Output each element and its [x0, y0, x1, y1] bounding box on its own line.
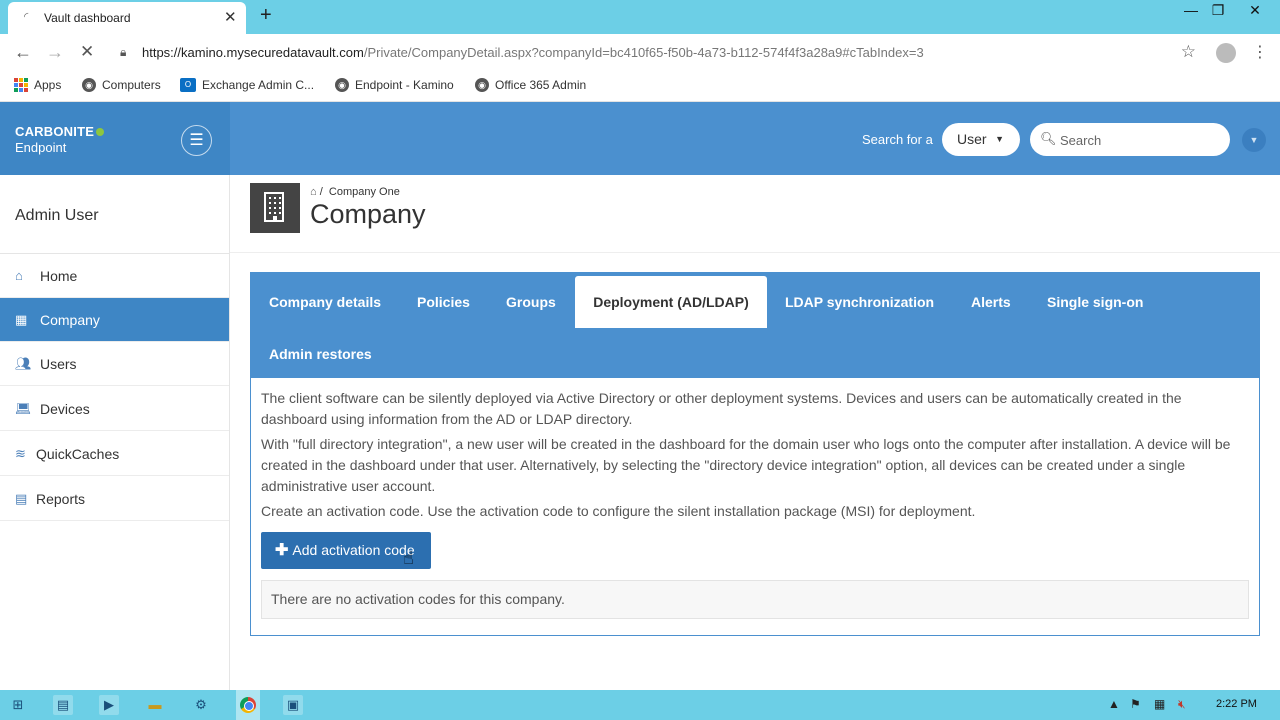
globe-icon: ◉: [335, 78, 349, 92]
tab-title: Vault dashboard: [44, 11, 131, 25]
search-for-label: Search for a: [862, 132, 933, 147]
windows-start-icon[interactable]: ⊞: [8, 695, 28, 715]
building-icon: [250, 183, 300, 233]
tab-ldap-synchronization[interactable]: LDAP synchronization: [785, 276, 934, 328]
bookmark-star-icon[interactable]: ☆: [1181, 42, 1196, 62]
deployment-description: The client software can be silently depl…: [261, 388, 1251, 526]
description-paragraph: The client software can be silently depl…: [261, 390, 1182, 427]
page-title: Company: [310, 199, 426, 229]
current-user-name: Admin User: [15, 207, 99, 224]
tab-alerts[interactable]: Alerts: [971, 276, 1011, 328]
description-paragraph: Create an activation code. Use the activ…: [261, 503, 976, 519]
powershell-icon[interactable]: ▶: [99, 695, 119, 715]
browser-tab-strip: ◜ Vault dashboard ✕ + — ❐ ✕: [0, 0, 1280, 34]
brand-logo[interactable]: CARBONITE: [15, 124, 105, 139]
browser-menu-icon[interactable]: ⋮: [1252, 42, 1268, 62]
back-arrow-icon[interactable]: ←: [14, 42, 32, 63]
chrome-icon: [240, 697, 256, 713]
breadcrumb-current[interactable]: Company One: [329, 186, 400, 198]
minimize-button[interactable]: —: [1178, 2, 1204, 18]
globe-icon: ◉: [82, 78, 96, 92]
home-icon[interactable]: ⌂: [310, 186, 317, 198]
hand-cursor-icon: ☝: [403, 548, 414, 568]
apps-grid-icon: [14, 78, 28, 92]
bookmark-apps[interactable]: Apps: [14, 78, 61, 92]
tab-company-details[interactable]: Company details: [269, 276, 381, 328]
bookmark-computers[interactable]: ◉ Computers: [82, 78, 161, 92]
bookmark-endpoint-kamino[interactable]: ◉ Endpoint - Kamino: [335, 78, 454, 92]
sidebar-item-reports[interactable]: ▤ Reports: [0, 477, 229, 521]
sidebar-item-users[interactable]: 👥︎ Users: [0, 342, 229, 386]
new-tab-button[interactable]: +: [260, 4, 272, 27]
flag-icon[interactable]: ⚑: [1130, 697, 1141, 711]
file-manager-icon[interactable]: ▤: [53, 695, 73, 715]
building-icon: ▦: [15, 312, 28, 327]
taskbar-clock[interactable]: 2:22 PM: [1216, 698, 1257, 710]
sidebar: Admin User ⌂ Home ▦ Company 👥︎ Users 💻︎ …: [0, 175, 230, 690]
url-text: https://kamino.mysecuredatavault.com/Pri…: [142, 45, 924, 60]
globe-icon: ◉: [475, 78, 489, 92]
tab-deployment-ad-ldap[interactable]: Deployment (AD/LDAP): [575, 276, 767, 328]
brand-product: Endpoint: [15, 140, 67, 155]
url-bar[interactable]: 🔒︎ https://kamino.mysecuredatavault.com/…: [108, 39, 1204, 67]
tab-single-sign-on[interactable]: Single sign-on: [1047, 276, 1143, 328]
folder-icon[interactable]: ▬: [145, 695, 165, 715]
tab-policies[interactable]: Policies: [417, 276, 470, 328]
hamburger-menu-button[interactable]: ☰: [181, 125, 212, 156]
breadcrumb-separator: /: [319, 186, 323, 198]
account-dropdown-icon[interactable]: ▼: [1242, 128, 1266, 152]
profile-avatar-icon[interactable]: [1216, 43, 1236, 63]
loading-icon: ◜: [24, 11, 29, 23]
plus-icon: ✚: [275, 542, 289, 559]
tab-groups[interactable]: Groups: [506, 276, 556, 328]
sidebar-item-home[interactable]: ⌂ Home: [0, 254, 229, 298]
brand-logo-area: CARBONITE Endpoint ☰: [0, 102, 230, 175]
search-input[interactable]: [1060, 130, 1220, 150]
tray-expand-icon[interactable]: ▲: [1108, 697, 1120, 711]
close-tab-icon[interactable]: ✕: [224, 8, 237, 26]
database-icon: ≋: [15, 446, 26, 461]
empty-activation-codes-message: There are no activation codes for this c…: [261, 580, 1249, 619]
volume-muted-icon[interactable]: 🔇︎: [1178, 697, 1186, 712]
hamburger-icon: ☰: [189, 132, 204, 149]
bookmarks-bar: Apps ◉ Computers O Exchange Admin C... ◉…: [0, 72, 1280, 102]
outlook-icon: O: [180, 78, 196, 92]
windows-taskbar: ⊞ ▤ ▶ ▬ ⚙ ▣ ▲ ⚑ ▦ 🔇︎ 2:22 PM: [0, 690, 1280, 720]
stop-loading-icon[interactable]: ✕: [80, 42, 94, 62]
sidebar-item-quickcaches[interactable]: ≋ QuickCaches: [0, 432, 229, 476]
caret-down-icon: ▼: [995, 134, 1004, 144]
description-paragraph: With "full directory integration", a new…: [261, 436, 1231, 494]
page-header: ⌂ / Company One Company: [230, 175, 1280, 253]
lock-icon: 🔒︎: [120, 45, 127, 59]
breadcrumb: ⌂ / Company One: [310, 186, 400, 198]
company-detail-panel: Company details Policies Groups Deployme…: [250, 272, 1260, 636]
bookmark-office-365-admin[interactable]: ◉ Office 365 Admin: [475, 78, 586, 92]
search-box: 🔍︎: [1030, 123, 1230, 156]
report-icon: ▤: [15, 491, 28, 506]
search-type-dropdown[interactable]: User ▼: [942, 123, 1020, 156]
address-bar-row: ← → ✕ 🔒︎ https://kamino.mysecuredatavaul…: [0, 34, 1280, 72]
close-window-button[interactable]: ✕: [1242, 2, 1268, 19]
maximize-button[interactable]: ❐: [1205, 2, 1231, 19]
sidebar-item-company[interactable]: ▦ Company: [0, 298, 229, 342]
network-icon[interactable]: ⚙: [191, 695, 211, 715]
app-header: Search for a User ▼ 🔍︎ ▼: [230, 102, 1280, 175]
browser-tab[interactable]: ◜ Vault dashboard ✕: [8, 2, 246, 34]
home-icon: ⌂: [15, 268, 23, 283]
chrome-taskbar-icon[interactable]: [236, 690, 260, 720]
tab-admin-restores[interactable]: Admin restores: [269, 328, 372, 380]
remote-desktop-icon[interactable]: ▣: [283, 695, 303, 715]
search-icon: 🔍︎: [1040, 131, 1057, 146]
tab-bar: Company details Policies Groups Deployme…: [251, 273, 1259, 378]
laptop-icon: 💻︎: [15, 401, 32, 416]
network-tray-icon[interactable]: ▦: [1154, 697, 1165, 711]
sidebar-item-devices[interactable]: 💻︎ Devices: [0, 387, 229, 431]
users-icon: 👥︎: [15, 356, 32, 371]
bookmark-exchange-admin[interactable]: O Exchange Admin C...: [180, 78, 314, 92]
forward-arrow-icon[interactable]: →: [46, 42, 64, 63]
